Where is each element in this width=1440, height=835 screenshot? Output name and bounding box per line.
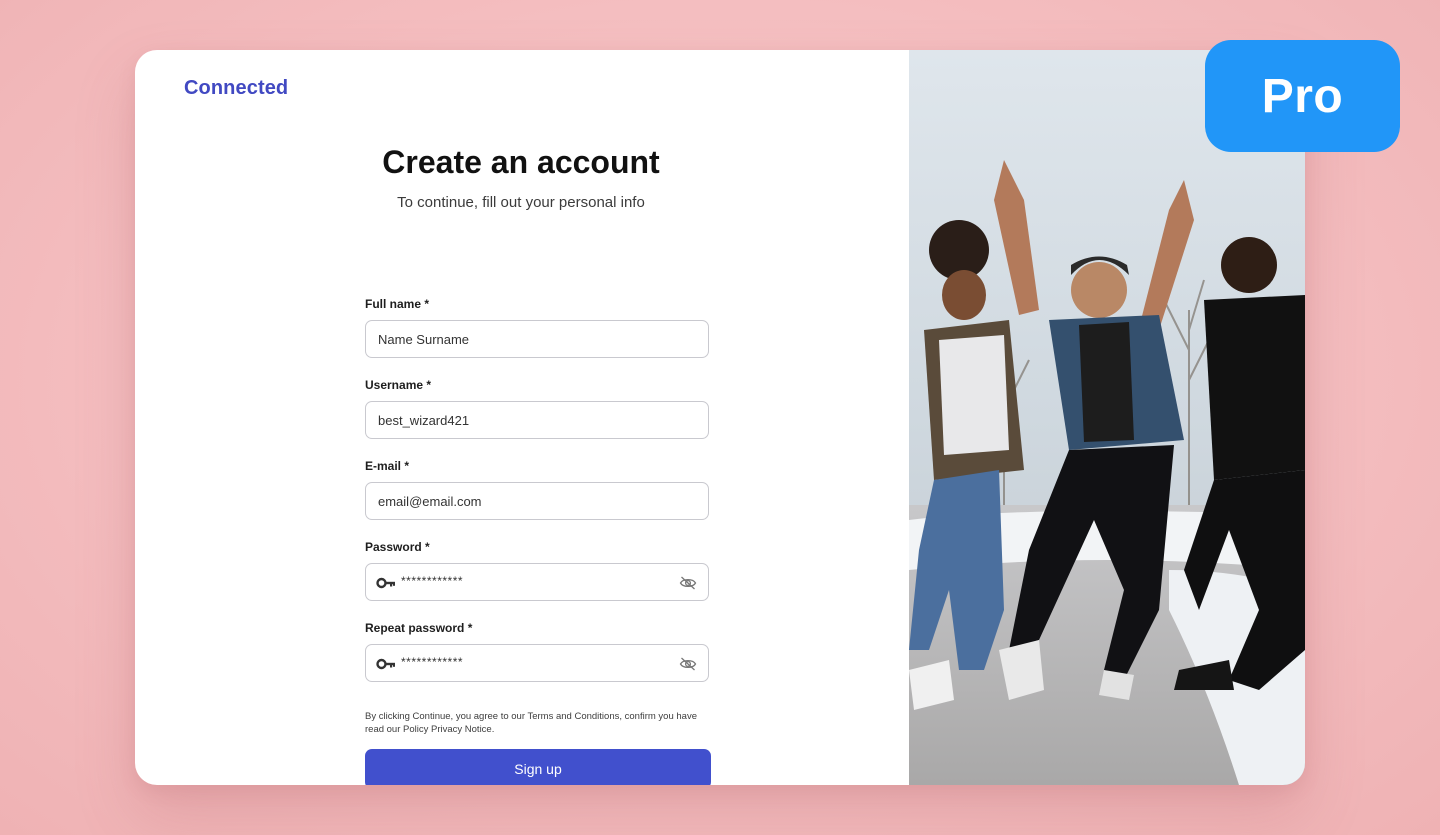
pro-badge: Pro — [1205, 40, 1400, 152]
key-icon — [376, 658, 395, 670]
email-value: email@email.com — [378, 494, 482, 509]
password-input[interactable]: ************ — [365, 563, 709, 601]
key-icon — [376, 577, 395, 589]
email-label: E-mail * — [365, 459, 410, 473]
repeat-password-label: Repeat password * — [365, 621, 473, 635]
username-input[interactable]: best_wizard421 — [365, 401, 709, 439]
full-name-label: Full name * — [365, 297, 430, 311]
page-title: Create an account — [382, 144, 660, 180]
page-subtitle: To continue, fill out your personal info — [397, 194, 645, 211]
signup-card: Connected Create an account To continue,… — [135, 50, 1305, 785]
hero-photo — [909, 50, 1305, 785]
password-label: Password * — [365, 540, 430, 554]
eye-off-icon[interactable] — [679, 575, 697, 591]
password-value: ************ — [401, 574, 464, 588]
username-label: Username * — [365, 378, 432, 392]
terms-notice: By clicking Continue, you agree to our T… — [365, 711, 697, 735]
username-value: best_wizard421 — [378, 413, 470, 428]
full-name-value: Name Surname — [378, 332, 470, 347]
repeat-password-input[interactable]: ************ — [365, 644, 709, 682]
brand-logo[interactable]: Connected — [184, 77, 288, 100]
repeat-password-value: ************ — [401, 655, 464, 669]
signup-button[interactable]: Sign up — [365, 749, 711, 785]
eye-off-icon[interactable] — [679, 656, 697, 672]
full-name-input[interactable]: Name Surname — [365, 320, 709, 358]
email-input[interactable]: email@email.com — [365, 482, 709, 520]
